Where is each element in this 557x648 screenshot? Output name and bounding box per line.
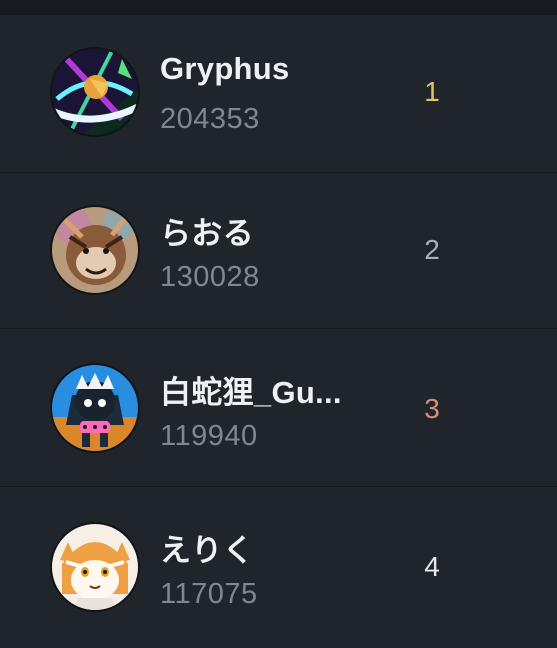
rank-number: 3 [424,393,440,424]
player-name: えりく [160,533,254,568]
avatar[interactable] [52,207,138,293]
player-score: 130028 [160,261,260,293]
avatar[interactable] [52,365,138,451]
avatar[interactable] [52,524,138,610]
leaderboard-row[interactable]: らおる 130028 2 [0,172,557,329]
leaderboard-row[interactable]: Gryphus 204353 1 [0,14,557,173]
leaderboard-row[interactable]: えりく 117075 4 [0,486,557,648]
rank-number: 4 [424,551,440,582]
player-score: 119940 [160,420,258,452]
player-score: 117075 [160,578,258,610]
player-name: 白蛇狸_Gu... [160,375,342,410]
avatar[interactable] [52,49,138,135]
rank-number: 1 [424,76,440,107]
player-name: らおる [160,216,254,251]
rank-number: 2 [424,234,440,265]
player-name: Gryphus [160,51,290,86]
player-score: 204353 [160,103,260,135]
leaderboard-list: Gryphus 204353 1 らおる 130028 2 白蛇狸_Gu... … [0,0,557,648]
leaderboard-row[interactable]: 白蛇狸_Gu... 119940 3 [0,328,557,487]
list-top-edge [0,0,557,14]
